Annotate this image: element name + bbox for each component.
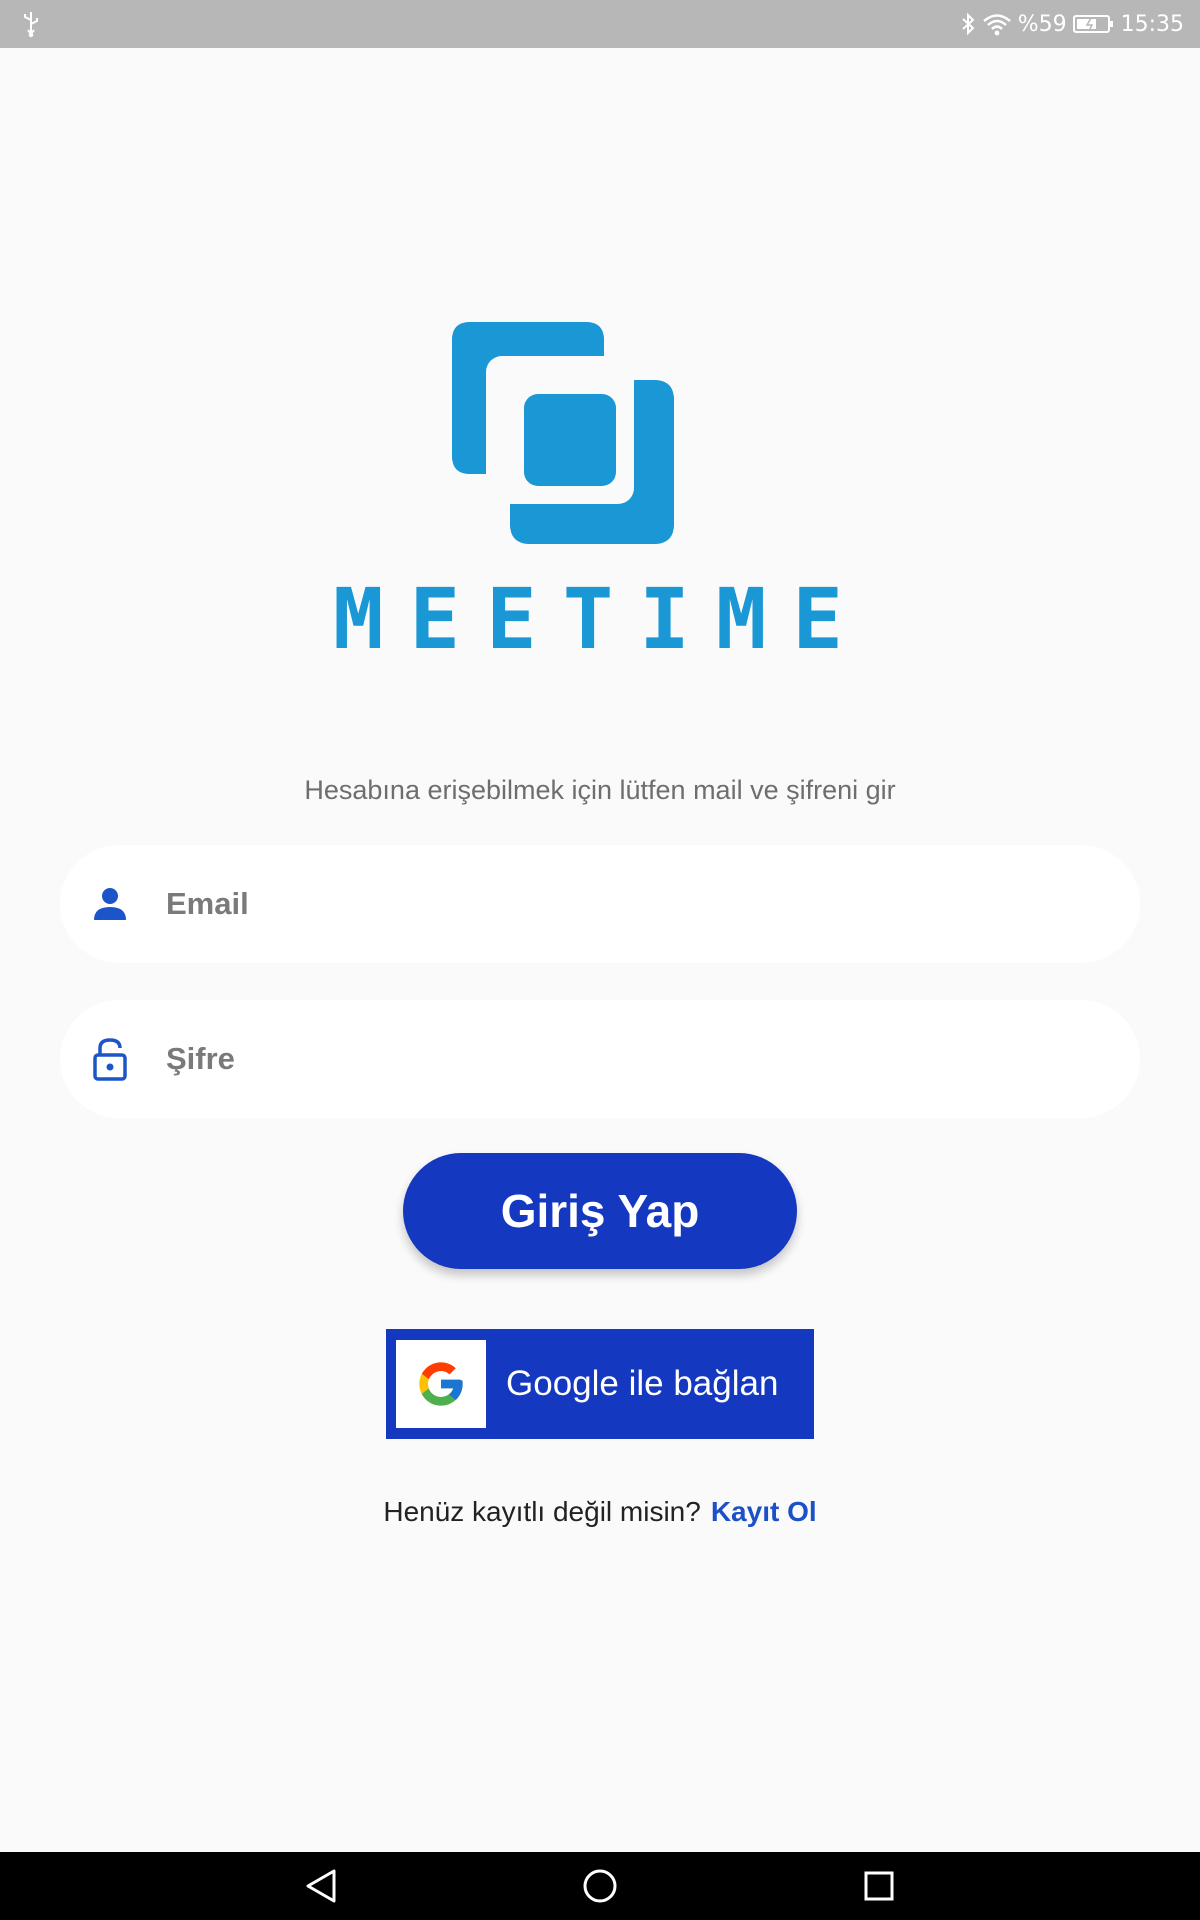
password-input[interactable] [164,1040,1068,1078]
password-field[interactable] [60,1000,1140,1118]
google-logo-icon [396,1340,486,1428]
signup-prompt: Henüz kayıtlı değil misin? [383,1496,701,1527]
signup-link[interactable]: Kayıt Ol [711,1496,817,1527]
signup-row: Henüz kayıtlı değil misin? Kayıt Ol [0,1496,1200,1528]
back-icon[interactable] [301,1866,341,1906]
email-field[interactable] [60,845,1140,963]
login-instructions: Hesabına erişebilmek için lütfen mail ve… [304,775,896,805]
person-icon [90,884,130,924]
usb-icon [20,10,42,38]
clock: 15:35 [1120,11,1184,37]
app-wordmark: MEETIME [296,570,906,668]
bluetooth-icon [960,12,976,36]
battery-percent: %59 [1017,11,1067,37]
wordmark-text: MEETIME [333,578,869,658]
email-input[interactable] [164,885,1068,923]
google-button-label: Google ile bağlan [506,1364,779,1403]
status-bar: %59 15:35 [0,0,1200,48]
recent-apps-icon[interactable] [859,1866,899,1906]
google-signin-button[interactable]: Google ile bağlan [386,1329,814,1439]
home-icon[interactable] [580,1866,620,1906]
wifi-icon [982,12,1012,36]
login-screen: %59 15:35 MEETIME Hesabına erişebilmek i… [0,0,1200,1920]
status-indicators: %59 15:35 [960,0,1184,48]
app-logo-icon [448,318,678,548]
login-button[interactable]: Giriş Yap [403,1153,797,1269]
battery-icon [1072,13,1115,35]
lock-icon [90,1038,130,1081]
navigation-bar [0,1852,1200,1920]
